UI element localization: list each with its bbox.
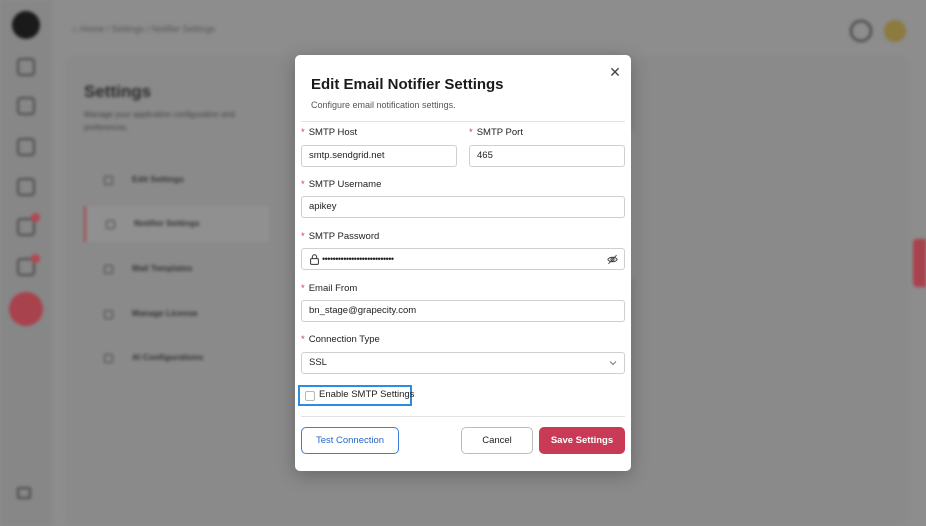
- smtp-username-label: * SMTP Username: [301, 179, 382, 190]
- connection-type-value: SSL: [309, 357, 327, 368]
- cancel-button[interactable]: Cancel: [461, 427, 533, 454]
- connection-type-label: * Connection Type: [301, 334, 380, 345]
- header-divider: [301, 121, 625, 122]
- connection-type-select[interactable]: SSL: [301, 352, 625, 374]
- footer-divider: [301, 416, 625, 417]
- close-icon[interactable]: ✕: [607, 64, 623, 80]
- smtp-username-input[interactable]: apikey: [301, 196, 625, 218]
- test-connection-button[interactable]: Test Connection: [301, 427, 399, 454]
- smtp-password-input[interactable]: •••••••••••••••••••••••••••: [301, 248, 625, 270]
- password-value: •••••••••••••••••••••••••••: [322, 254, 394, 264]
- enable-smtp-label[interactable]: Enable SMTP Settings: [319, 389, 414, 400]
- smtp-host-label: * SMTP Host: [301, 127, 358, 138]
- enable-smtp-checkbox-container[interactable]: Enable SMTP Settings: [298, 385, 414, 406]
- email-from-label: * Email From: [301, 283, 358, 294]
- chevron-down-icon: [609, 361, 617, 366]
- eye-off-icon[interactable]: [607, 254, 618, 265]
- smtp-host-input[interactable]: smtp.sendgrid.net: [301, 145, 457, 167]
- save-settings-button[interactable]: Save Settings: [539, 427, 625, 454]
- smtp-password-label: * SMTP Password: [301, 231, 380, 242]
- smtp-port-input[interactable]: 465: [469, 145, 625, 167]
- email-from-input[interactable]: bn_stage@grapecity.com: [301, 300, 625, 322]
- enable-smtp-checkbox[interactable]: [305, 391, 315, 401]
- lock-icon: [310, 254, 319, 265]
- dialog-title: Edit Email Notifier Settings: [311, 76, 504, 93]
- dialog-description: Configure email notification settings.: [311, 100, 456, 110]
- smtp-port-label: * SMTP Port: [469, 127, 523, 138]
